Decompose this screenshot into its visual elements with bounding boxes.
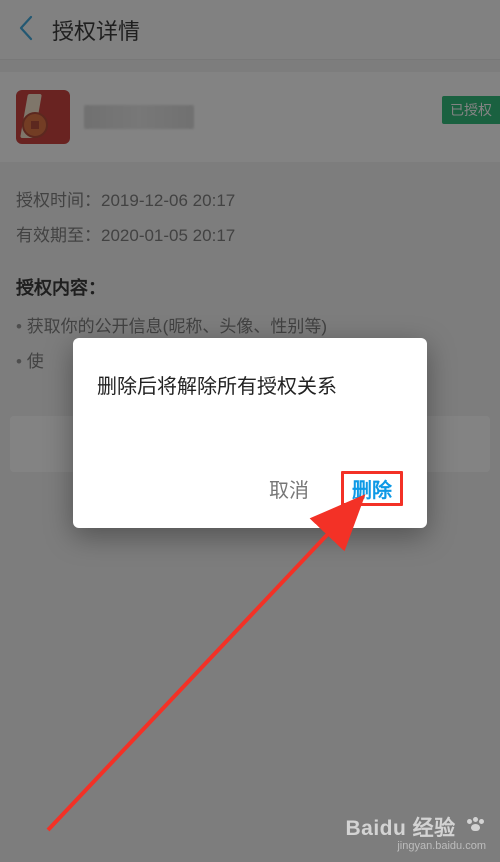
cancel-button[interactable]: 取消 [269,471,309,506]
confirm-dialog: 删除后将解除所有授权关系 取消 删除 [73,338,427,528]
dialog-message: 删除后将解除所有授权关系 [73,338,427,471]
dialog-actions: 取消 删除 [73,471,427,528]
delete-button[interactable]: 删除 [341,471,403,506]
